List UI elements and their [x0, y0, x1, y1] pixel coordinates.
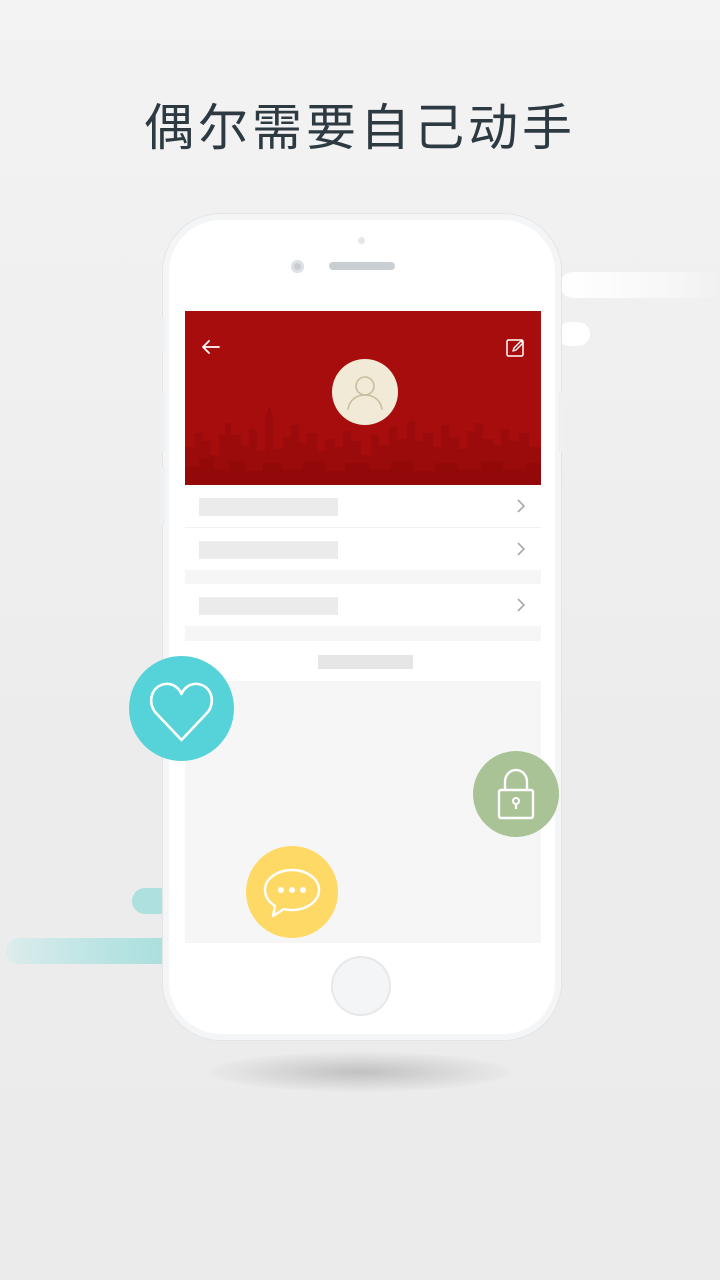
- earpiece-speaker: [329, 262, 395, 270]
- edit-pencil-icon[interactable]: [505, 337, 527, 359]
- page-headline: 偶尔需要自己动手: [144, 99, 576, 157]
- phone-shadow: [210, 1052, 510, 1092]
- front-camera: [358, 237, 365, 244]
- chevron-right-icon: [517, 542, 526, 556]
- list-item-placeholder: [199, 597, 338, 615]
- list-item[interactable]: [185, 485, 541, 528]
- proximity-sensor: [291, 260, 304, 273]
- footer-action-button[interactable]: [185, 641, 541, 681]
- heart-icon: [149, 682, 214, 742]
- phone-power-button: [558, 392, 563, 452]
- menu-group-1: [185, 485, 541, 570]
- heart-badge: [129, 656, 234, 761]
- home-button[interactable]: [331, 956, 391, 1016]
- phone-screen: [185, 311, 541, 943]
- decorative-streak: [560, 272, 720, 298]
- list-item-placeholder: [199, 541, 338, 559]
- decorative-teal-streak: [6, 938, 176, 964]
- lock-badge: [473, 751, 559, 837]
- avatar[interactable]: [332, 359, 398, 425]
- phone-mute-switch: [160, 318, 165, 352]
- chat-bubble-icon: [263, 868, 321, 918]
- phone-volume-down: [160, 466, 165, 526]
- back-arrow-icon[interactable]: [199, 335, 223, 359]
- chevron-right-icon: [517, 499, 526, 513]
- list-item[interactable]: [185, 528, 541, 570]
- lock-icon: [497, 768, 535, 820]
- user-outline-icon: [347, 376, 383, 410]
- list-item[interactable]: [185, 584, 541, 626]
- phone-volume-up: [160, 392, 165, 452]
- footer-button-placeholder: [318, 655, 413, 669]
- list-item-placeholder: [199, 498, 338, 516]
- menu-group-2: [185, 584, 541, 626]
- chat-badge: [246, 846, 338, 938]
- decorative-pill: [558, 322, 590, 346]
- chevron-right-icon: [517, 598, 526, 612]
- profile-header: [185, 311, 541, 485]
